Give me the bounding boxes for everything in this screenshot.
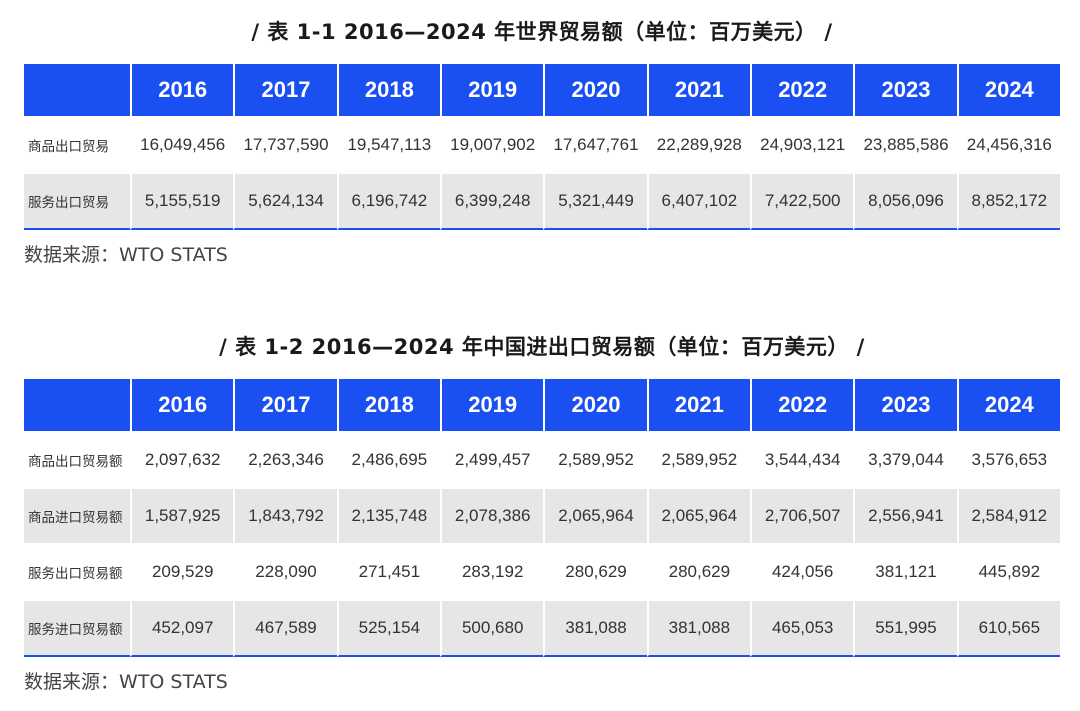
world-trade-section: / 表 1-1 2016—2024 年世界贸易额（单位：百万美元） / 2016… xyxy=(24,0,1060,267)
table-header-row: 2016 2017 2018 2019 2020 2021 2022 2023 … xyxy=(24,379,1060,431)
table-cell: 2,078,386 xyxy=(440,487,544,543)
table-cell: 2,135,748 xyxy=(336,487,441,543)
table-cell: 280,629 xyxy=(646,543,750,599)
header-year: 2023 xyxy=(853,64,957,116)
table-cell: 2,589,952 xyxy=(543,431,647,487)
table-cell: 6,196,742 xyxy=(336,172,441,230)
table-cell: 16,049,456 xyxy=(130,116,234,172)
table-cell: 19,547,113 xyxy=(336,116,441,172)
header-year: 2017 xyxy=(233,379,337,431)
table-cell: 17,737,590 xyxy=(233,116,337,172)
row-label: 服务进口贸易额 xyxy=(24,599,131,657)
table-cell: 3,544,434 xyxy=(750,431,854,487)
table-row: 服务进口贸易额 452,097 467,589 525,154 500,680 … xyxy=(24,599,1060,657)
table-cell: 381,121 xyxy=(853,543,957,599)
table-cell: 280,629 xyxy=(543,543,647,599)
row-label: 商品出口贸易 xyxy=(24,116,131,172)
header-year: 2020 xyxy=(543,379,647,431)
table-2-title: / 表 1-2 2016—2024 年中国进出口贸易额（单位：百万美元） / xyxy=(219,335,865,359)
table-row: 商品出口贸易 16,049,456 17,737,590 19,547,113 … xyxy=(24,116,1060,172)
table-cell: 19,007,902 xyxy=(440,116,544,172)
header-year: 2020 xyxy=(543,64,647,116)
table-row: 服务出口贸易额 209,529 228,090 271,451 283,192 … xyxy=(24,543,1060,599)
header-year: 2024 xyxy=(956,64,1060,116)
table-cell: 3,576,653 xyxy=(956,431,1060,487)
header-year: 2022 xyxy=(750,64,854,116)
table-cell: 5,155,519 xyxy=(130,172,234,230)
table-cell: 283,192 xyxy=(440,543,544,599)
table-cell: 2,097,632 xyxy=(130,431,234,487)
row-label: 商品出口贸易额 xyxy=(24,431,131,487)
table-row: 商品出口贸易额 2,097,632 2,263,346 2,486,695 2,… xyxy=(24,431,1060,487)
table-cell: 2,499,457 xyxy=(440,431,544,487)
table-cell: 24,903,121 xyxy=(750,116,854,172)
header-year: 2023 xyxy=(853,379,957,431)
table-cell: 1,843,792 xyxy=(233,487,337,543)
table-cell: 2,065,964 xyxy=(543,487,647,543)
header-year: 2018 xyxy=(336,379,441,431)
header-year: 2018 xyxy=(336,64,441,116)
table-cell: 467,589 xyxy=(233,599,337,657)
table-cell: 8,056,096 xyxy=(853,172,957,230)
table-cell: 551,995 xyxy=(853,599,957,657)
table-cell: 465,053 xyxy=(750,599,854,657)
table-cell: 2,706,507 xyxy=(750,487,854,543)
world-trade-table: 2016 2017 2018 2019 2020 2021 2022 2023 … xyxy=(24,64,1060,230)
header-year: 2019 xyxy=(440,64,544,116)
header-corner xyxy=(24,379,131,431)
header-year: 2016 xyxy=(130,64,234,116)
table-header-row: 2016 2017 2018 2019 2020 2021 2022 2023 … xyxy=(24,64,1060,116)
table-cell: 209,529 xyxy=(130,543,234,599)
table-cell: 381,088 xyxy=(646,599,750,657)
table-cell: 3,379,044 xyxy=(853,431,957,487)
table-cell: 17,647,761 xyxy=(543,116,647,172)
china-trade-table: 2016 2017 2018 2019 2020 2021 2022 2023 … xyxy=(24,379,1060,657)
header-year: 2021 xyxy=(646,379,750,431)
table-cell: 500,680 xyxy=(440,599,544,657)
row-label: 服务出口贸易额 xyxy=(24,543,131,599)
table-cell: 6,399,248 xyxy=(440,172,544,230)
table-cell: 271,451 xyxy=(336,543,441,599)
header-corner xyxy=(24,64,131,116)
header-year: 2024 xyxy=(956,379,1060,431)
table-cell: 2,589,952 xyxy=(646,431,750,487)
table-cell: 22,289,928 xyxy=(646,116,750,172)
header-year: 2019 xyxy=(440,379,544,431)
header-year: 2022 xyxy=(750,379,854,431)
table-cell: 2,556,941 xyxy=(853,487,957,543)
table-cell: 2,584,912 xyxy=(956,487,1060,543)
table-cell: 5,624,134 xyxy=(233,172,337,230)
row-label: 商品进口贸易额 xyxy=(24,487,131,543)
table-cell: 525,154 xyxy=(336,599,441,657)
table-cell: 6,407,102 xyxy=(646,172,750,230)
table-cell: 452,097 xyxy=(130,599,234,657)
table-cell: 1,587,925 xyxy=(130,487,234,543)
table-cell: 24,456,316 xyxy=(956,116,1060,172)
table-1-title: / 表 1-1 2016—2024 年世界贸易额（单位：百万美元） / xyxy=(251,20,833,44)
china-trade-section: / 表 1-2 2016—2024 年中国进出口贸易额（单位：百万美元） / 2… xyxy=(24,315,1060,694)
table-cell: 228,090 xyxy=(233,543,337,599)
table-cell: 424,056 xyxy=(750,543,854,599)
table-cell: 7,422,500 xyxy=(750,172,854,230)
row-label: 服务出口贸易 xyxy=(24,172,131,230)
table-cell: 610,565 xyxy=(956,599,1060,657)
table-cell: 5,321,449 xyxy=(543,172,647,230)
header-year: 2021 xyxy=(646,64,750,116)
table-cell: 2,065,964 xyxy=(646,487,750,543)
table-cell: 2,263,346 xyxy=(233,431,337,487)
table-2-source: 数据来源：WTO STATS xyxy=(24,671,228,693)
header-year: 2017 xyxy=(233,64,337,116)
table-row: 服务出口贸易 5,155,519 5,624,134 6,196,742 6,3… xyxy=(24,172,1060,230)
table-row: 商品进口贸易额 1,587,925 1,843,792 2,135,748 2,… xyxy=(24,487,1060,543)
table-cell: 23,885,586 xyxy=(853,116,957,172)
table-cell: 8,852,172 xyxy=(956,172,1060,230)
table-cell: 2,486,695 xyxy=(336,431,441,487)
header-year: 2016 xyxy=(130,379,234,431)
table-cell: 381,088 xyxy=(543,599,647,657)
table-1-source: 数据来源：WTO STATS xyxy=(24,244,228,266)
table-cell: 445,892 xyxy=(956,543,1060,599)
